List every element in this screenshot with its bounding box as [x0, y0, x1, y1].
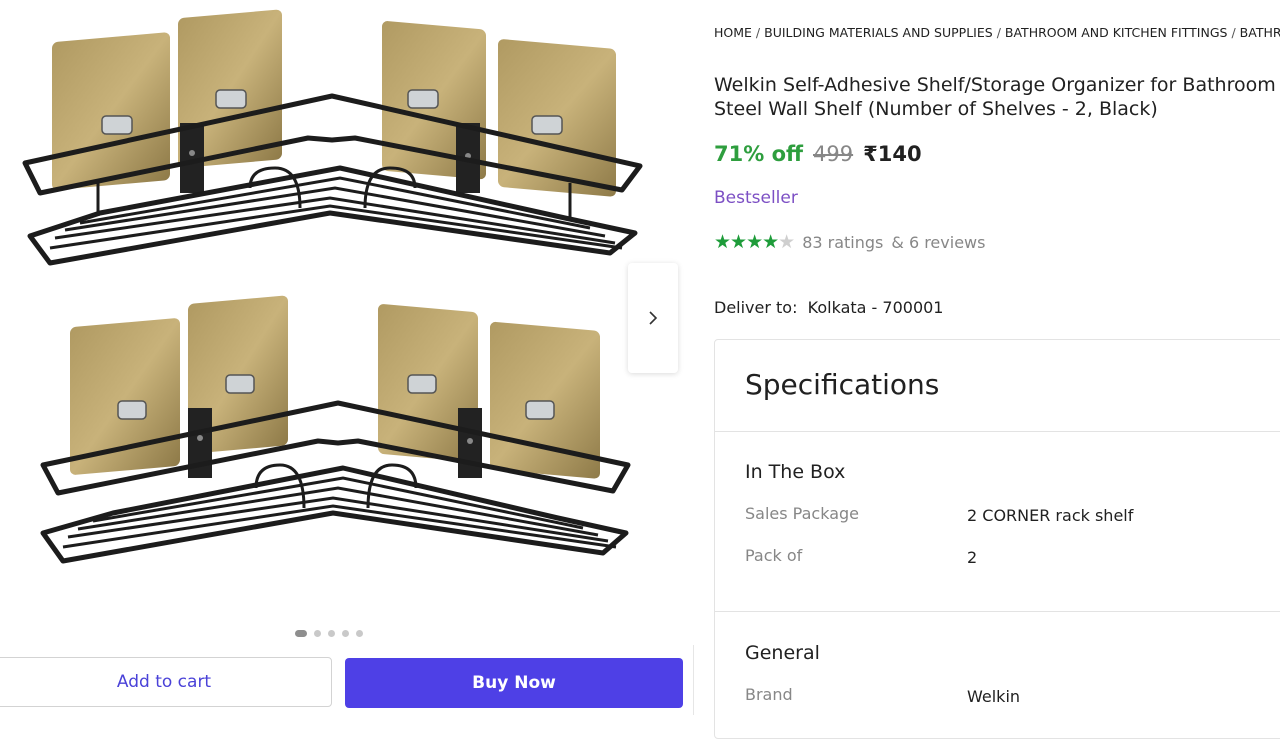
spec-section-title: In The Box: [745, 461, 846, 483]
breadcrumb-item[interactable]: BATHROOM AND KITCHEN FITTINGS: [1005, 25, 1228, 40]
selling-price: ₹140: [863, 142, 922, 166]
breadcrumb-item[interactable]: HOME: [714, 25, 752, 40]
carousel-dot[interactable]: [328, 630, 335, 637]
discount-percent: 71% off: [714, 142, 804, 166]
spec-key: Sales Package: [745, 504, 859, 523]
divider: [693, 645, 694, 715]
next-image-button[interactable]: [628, 263, 678, 373]
carousel-dot[interactable]: [314, 630, 321, 637]
product-title-line: Welkin Self-Adhesive Shelf/Storage Organ…: [714, 74, 1280, 96]
carousel-dot[interactable]: [295, 630, 307, 637]
spec-key: Pack of: [745, 546, 803, 565]
specifications-card: Specifications In The Box Sales Package …: [714, 339, 1280, 739]
spec-value: 2: [967, 548, 978, 567]
top-shelf: [22, 9, 643, 266]
spec-value: 2 CORNER rack shelf: [967, 506, 1134, 525]
deliver-label: Deliver to:: [714, 298, 798, 317]
star-rating-icon: ★★★★★: [714, 231, 795, 253]
buy-now-button[interactable]: Buy Now: [345, 658, 683, 708]
add-to-cart-button[interactable]: Add to cart: [0, 657, 332, 707]
breadcrumb-item[interactable]: BUILDING MATERIALS AND SUPPLIES: [764, 25, 993, 40]
product-image[interactable]: [10, 8, 660, 623]
product-gallery: Add to cart Buy Now: [0, 0, 700, 715]
delivery-location[interactable]: Deliver to: Kolkata - 700001: [714, 298, 943, 317]
chevron-right-icon: [649, 311, 658, 325]
reviews-count[interactable]: & 6 reviews: [891, 233, 985, 252]
rating-row: ★★★★★ 83 ratings & 6 reviews: [714, 231, 985, 253]
image-carousel-dots: [295, 630, 363, 637]
carousel-dot[interactable]: [356, 630, 363, 637]
bestseller-badge: Bestseller: [714, 188, 798, 208]
carousel-dot[interactable]: [342, 630, 349, 637]
product-details: HOME / BUILDING MATERIALS AND SUPPLIES / BAT…: [714, 0, 1280, 739]
spec-key: Brand: [745, 685, 793, 704]
product-title-line: Steel Wall Shelf (Number of Shelves - 2,…: [714, 98, 1158, 120]
bottom-shelf: [40, 295, 631, 564]
ratings-count[interactable]: 83 ratings: [802, 233, 883, 252]
deliver-address: Kolkata - 700001: [807, 298, 944, 317]
specifications-heading: Specifications: [745, 368, 940, 401]
divider: [715, 431, 1280, 432]
spec-section-title: General: [745, 642, 820, 664]
price-row: 71% off 499 ₹140: [714, 142, 922, 166]
product-title: Welkin Self-Adhesive Shelf/Storage Organ…: [714, 73, 1280, 121]
breadcrumb: HOME / BUILDING MATERIALS AND SUPPLIES / BAT…: [714, 25, 1280, 40]
spec-value: Welkin: [967, 687, 1021, 706]
original-price: 499: [813, 142, 854, 166]
divider: [715, 611, 1280, 612]
breadcrumb-item[interactable]: BATHRO: [1240, 25, 1280, 40]
